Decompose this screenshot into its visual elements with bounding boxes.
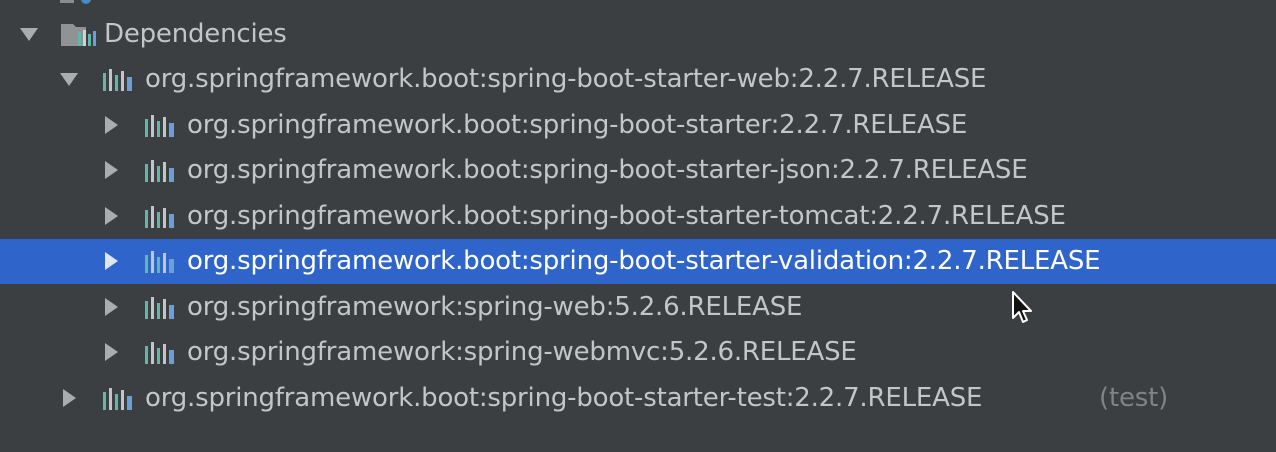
tree-row-dependency[interactable]: org.springframework.boot:spring-boot-sta…: [0, 57, 1276, 102]
mouse-cursor-icon: [1012, 291, 1032, 323]
partial-item-icon: [60, 0, 140, 6]
library-icon: [102, 67, 136, 93]
tree-label-dependency: org.springframework.boot:spring-boot-sta…: [187, 246, 1101, 276]
tree-row-dependency[interactable]: org.springframework.boot:spring-boot-sta…: [0, 103, 1276, 148]
project-tree: Dependencies org.springframework.boot:sp…: [0, 0, 1276, 452]
library-icon: [144, 340, 178, 366]
library-icon: [102, 386, 136, 412]
tree-row-dependency[interactable]: org.springframework.boot:spring-boot-sta…: [0, 239, 1276, 284]
tree-row-dependency[interactable]: org.springframework.boot:spring-boot-sta…: [0, 376, 1276, 421]
chevron-down-icon[interactable]: [58, 68, 80, 90]
tree-label-dependency: org.springframework:spring-webmvc:5.2.6.…: [187, 337, 857, 367]
tree-label-dependencies: Dependencies: [104, 19, 287, 49]
chevron-right-icon[interactable]: [100, 159, 122, 181]
tree-label-dependency: org.springframework:spring-web:5.2.6.REL…: [187, 292, 803, 322]
tree-row-dependencies[interactable]: Dependencies: [0, 12, 1276, 57]
tree-row-dependency[interactable]: org.springframework:spring-web:5.2.6.REL…: [0, 285, 1276, 330]
tree-label-dependency: org.springframework.boot:spring-boot-sta…: [145, 64, 987, 94]
library-icon: [144, 113, 178, 139]
tree-label-dependency: org.springframework.boot:spring-boot-sta…: [187, 201, 1066, 231]
chevron-down-icon[interactable]: [18, 23, 40, 45]
library-folder-icon: [60, 22, 100, 48]
tree-label-dependency: org.springframework.boot:spring-boot-sta…: [187, 155, 1028, 185]
chevron-right-icon[interactable]: [100, 250, 122, 272]
chevron-right-icon[interactable]: [100, 341, 122, 363]
tree-label-dependency: org.springframework.boot:spring-boot-sta…: [145, 383, 983, 413]
scope-suffix: (test): [1099, 383, 1169, 413]
tree-row-dependency[interactable]: org.springframework.boot:spring-boot-sta…: [0, 194, 1276, 239]
library-icon: [144, 295, 178, 321]
tree-row-dependency[interactable]: org.springframework.boot:spring-boot-sta…: [0, 148, 1276, 193]
tree-row-dependency[interactable]: org.springframework:spring-webmvc:5.2.6.…: [0, 330, 1276, 375]
chevron-right-icon[interactable]: [100, 114, 122, 136]
library-icon: [144, 158, 178, 184]
chevron-right-icon[interactable]: [100, 205, 122, 227]
library-icon: [144, 204, 178, 230]
chevron-right-icon[interactable]: [58, 387, 80, 409]
library-icon: [144, 249, 178, 275]
chevron-right-icon[interactable]: [100, 296, 122, 318]
tree-label-dependency: org.springframework.boot:spring-boot-sta…: [187, 110, 968, 140]
